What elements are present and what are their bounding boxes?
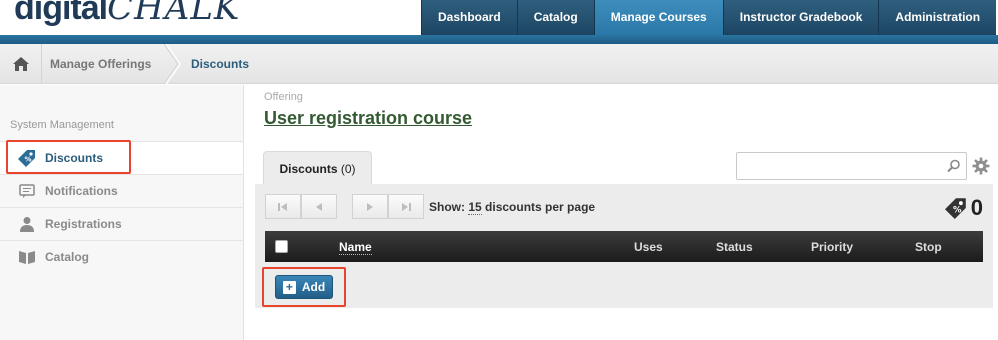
- prev-page-icon: [316, 202, 322, 211]
- nav-tab-dashboard[interactable]: Dashboard: [421, 0, 517, 35]
- sidebar-item-label: Catalog: [45, 250, 90, 264]
- sidebar-item-catalog[interactable]: Catalog: [0, 240, 243, 273]
- per-page-select[interactable]: 15: [468, 200, 482, 215]
- main-nav: Dashboard Catalog Manage Courses Instruc…: [421, 0, 997, 35]
- column-header-status: Status: [716, 240, 753, 254]
- nav-tab-instructor-gradebook[interactable]: Instructor Gradebook: [722, 0, 879, 35]
- tag-icon: %: [944, 198, 966, 219]
- breadcrumb-manage-offerings[interactable]: Manage Offerings: [50, 57, 151, 71]
- column-header-priority: Priority: [811, 240, 854, 254]
- app-logo[interactable]: digitalCHALK: [14, 0, 240, 28]
- notification-icon: [18, 182, 36, 200]
- tab-discounts[interactable]: Discounts (0): [263, 151, 372, 185]
- search-input[interactable]: [736, 152, 967, 180]
- table-header: Name Uses Status Priority Stop: [265, 231, 983, 262]
- per-page-suffix: discounts per page: [485, 200, 596, 214]
- next-page-button[interactable]: [352, 194, 388, 219]
- user-icon: [18, 215, 36, 233]
- search-icon[interactable]: [946, 158, 962, 174]
- highlight-box-discounts: [6, 140, 131, 174]
- book-icon: [18, 248, 36, 266]
- sidebar-item-registrations[interactable]: Registrations: [0, 207, 243, 240]
- prev-page-button[interactable]: [301, 194, 337, 219]
- select-all-checkbox[interactable]: [275, 240, 288, 253]
- sidebar-item-notifications[interactable]: Notifications: [0, 174, 243, 207]
- breadcrumb-discounts: Discounts: [191, 57, 250, 71]
- breadcrumb-separator-icon: [164, 44, 182, 84]
- tab-discounts-count: (0): [340, 161, 356, 176]
- last-page-icon: [402, 202, 411, 211]
- discounts-panel: Show: 15 discounts per page % 0 Name Use…: [255, 184, 993, 308]
- nav-tab-administration[interactable]: Administration: [878, 0, 997, 35]
- nav-tab-catalog[interactable]: Catalog: [516, 0, 594, 35]
- gear-icon[interactable]: [972, 157, 990, 175]
- sidebar-item-label: Registrations: [45, 217, 122, 231]
- sidebar-item-label: Notifications: [45, 184, 118, 198]
- column-header-uses: Uses: [634, 240, 663, 254]
- sidebar-title: System Management: [10, 119, 114, 131]
- offering-label: Offering: [264, 91, 303, 103]
- offering-title-link[interactable]: User registration course: [264, 108, 472, 129]
- first-page-icon: [278, 202, 287, 211]
- last-page-button[interactable]: [388, 194, 424, 219]
- column-header-name[interactable]: Name: [339, 240, 372, 255]
- first-page-button[interactable]: [265, 194, 301, 219]
- show-label: Show:: [429, 200, 465, 214]
- tab-discounts-label: Discounts: [279, 161, 338, 176]
- logo-text-digital: digital: [14, 0, 108, 27]
- discount-count-value: 0: [970, 195, 983, 220]
- discount-count: % 0: [944, 195, 983, 221]
- logo-text-chalk: CHALK: [107, 0, 241, 28]
- home-button[interactable]: [0, 44, 42, 84]
- breadcrumb: Manage Offerings Discounts: [0, 44, 998, 84]
- page-size-control: Show: 15 discounts per page: [429, 200, 596, 215]
- header-accent-bar: [0, 35, 998, 44]
- home-icon: [12, 57, 29, 71]
- next-page-icon: [367, 202, 373, 211]
- highlight-box-add: [262, 267, 346, 307]
- nav-tab-manage-courses[interactable]: Manage Courses: [593, 0, 723, 35]
- column-header-stop: Stop: [915, 240, 942, 254]
- top-header: digitalCHALK Dashboard Catalog Manage Co…: [0, 0, 998, 40]
- svg-text:%: %: [953, 205, 962, 215]
- sidebar: System Management % Discounts Notificati…: [0, 85, 244, 340]
